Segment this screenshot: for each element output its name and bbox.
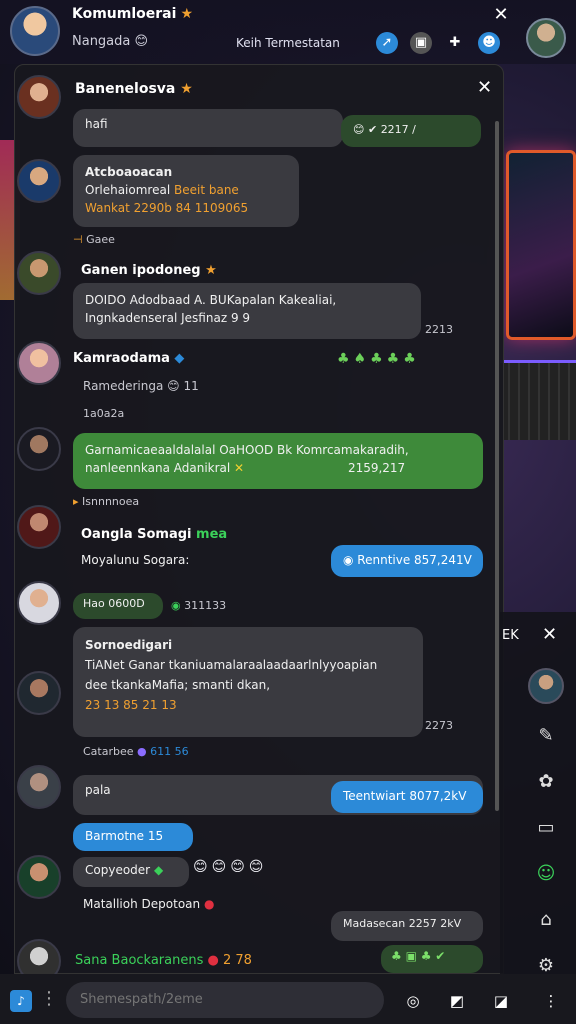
- side-panel-label: EK: [502, 628, 519, 643]
- message-time: 2213: [425, 323, 453, 336]
- sender-name: Sornoedigari: [85, 638, 173, 652]
- message-bubble[interactable]: Teentwiart 8077,2kV: [331, 781, 483, 813]
- people-icon[interactable]: ☻: [478, 32, 500, 54]
- panel-header: Banenelosva ★ ✕: [15, 65, 505, 119]
- avatar[interactable]: [17, 75, 61, 119]
- top-bar: Komumloerai ★ Nangada 😊 Keih Termestatan …: [0, 0, 576, 64]
- message-bubble[interactable]: Hao 0600D: [73, 593, 163, 619]
- image-icon[interactable]: ▣: [410, 32, 432, 54]
- star-icon: ★: [180, 6, 193, 22]
- avatar[interactable]: [17, 855, 61, 899]
- message-bubble[interactable]: Sornoedigari TiANet Ganar tkaniuamalaraa…: [73, 627, 423, 737]
- record-icon[interactable]: ◎: [402, 990, 424, 1012]
- message-meta: ⊣ Gaee: [73, 233, 115, 246]
- message-meta: ◉ 311133: [171, 599, 227, 612]
- sender-name: Atcboaoacan: [85, 165, 173, 179]
- message-bubble[interactable]: Copyeoder ◆: [73, 857, 189, 887]
- star-icon: ★: [175, 81, 193, 97]
- header-actions: ➚ ▣ ✚ ☻: [376, 32, 500, 54]
- message-text: dee tkankaMafia; smanti dkan,: [85, 678, 271, 692]
- message-text: Moyalunu Sogara:: [81, 553, 190, 567]
- sender-name: Oangla Somagi mea: [81, 527, 228, 542]
- message-meta: Catarbee ● 611 56: [83, 745, 189, 758]
- home-icon[interactable]: ⌂: [534, 908, 558, 932]
- message-meta: 1a0a2a: [83, 407, 125, 420]
- reaction-icons[interactable]: 😊😊😊😊: [193, 859, 267, 875]
- image-icon[interactable]: ▭: [534, 816, 558, 840]
- panel-title: Banenelosva ★: [75, 81, 193, 97]
- close-icon[interactable]: ✕: [477, 77, 492, 98]
- avatar[interactable]: [17, 427, 61, 471]
- avatar[interactable]: [17, 581, 61, 625]
- message-bubble[interactable]: Garnamicaeaaldalalal OaHOOD Bk Komrcamak…: [73, 433, 483, 489]
- background-keyboard: [500, 360, 576, 440]
- message-bubble[interactable]: hafi: [73, 109, 343, 147]
- message-input[interactable]: [66, 982, 384, 1018]
- message-text: DOIDO Adodbaad A. BUKapalan Kakealiai,: [85, 293, 337, 307]
- sticker-icon[interactable]: ◩: [446, 990, 468, 1012]
- sender-name: Kamraodama ◆: [73, 351, 185, 366]
- message-text: TiANet Ganar tkaniuamalaraalaadaarlnlyyo…: [85, 658, 378, 672]
- message-meta: ▸ Isnnnnoea: [73, 495, 140, 508]
- message-bubble[interactable]: Atcboaoacan Orlehaiomreal Beeit bane Wan…: [73, 155, 299, 227]
- avatar[interactable]: [17, 505, 61, 549]
- more-icon[interactable]: ⋮: [540, 990, 562, 1012]
- sender-name: Sana Baockaranens ● 2 78: [75, 953, 252, 968]
- close-icon[interactable]: ✕: [490, 4, 512, 26]
- play-icon: ◉: [343, 553, 358, 567]
- header-title: Komumloerai ★: [72, 6, 193, 22]
- settings-icon[interactable]: ✿: [534, 770, 558, 794]
- composer-bar: ♪ ⋮ ◎ ◩ ◪ ⋮: [0, 974, 576, 1024]
- avatar[interactable]: [17, 765, 61, 809]
- pin-icon[interactable]: ✚: [444, 32, 466, 54]
- header-subtitle: Nangada 😊: [72, 34, 149, 49]
- message-text: Orlehaiomreal Beeit bane: [85, 183, 239, 197]
- message-text: nanleennkana Adanikral ✕ 2159,217: [85, 461, 406, 475]
- attach-icon[interactable]: ◪: [490, 990, 512, 1012]
- message-bubble[interactable]: Barmotne 15: [73, 823, 193, 851]
- message-text: Garnamicaeaaldalalal OaHOOD Bk Komrcamak…: [85, 443, 409, 457]
- message-bubble[interactable]: DOIDO Adodbaad A. BUKapalan Kakealiai, I…: [73, 283, 421, 339]
- message-text: Ramederinga 😊 11: [83, 379, 199, 393]
- message-bubble[interactable]: Madasecan 2257 2kV: [331, 911, 483, 941]
- avatar[interactable]: [10, 6, 60, 56]
- sender-name: Ganen ipodoneg ★: [81, 263, 217, 278]
- emoji-icon: 😊: [134, 34, 149, 49]
- avatar[interactable]: [17, 159, 61, 203]
- reaction-bar[interactable]: ♣ ▣ ♣ ✔: [381, 945, 483, 973]
- close-icon[interactable]: ✕: [542, 624, 557, 645]
- message-text: Ingnkadenseral Jesfinaz 9 9: [85, 311, 251, 325]
- background-monitor: [506, 150, 576, 340]
- message-text: Wankat 2290b 84 1109065: [85, 201, 249, 215]
- avatar[interactable]: [528, 668, 564, 704]
- message-bubble[interactable]: 😊 ✔ 2217 /: [341, 115, 481, 147]
- message-text: 23 13 85 21 13: [85, 698, 177, 712]
- chat-panel: Banenelosva ★ ✕ hafi 😊 ✔ 2217 / Atcboaoa…: [14, 64, 505, 983]
- emoji-icon: 😊 ✔: [353, 123, 381, 136]
- scrollbar[interactable]: [495, 121, 499, 811]
- audio-icon[interactable]: ♪: [10, 990, 32, 1012]
- message-bubble[interactable]: ◉ Renntive 857,241V: [331, 545, 483, 577]
- emoji-icon[interactable]: ☺: [534, 862, 558, 886]
- avatar[interactable]: [17, 251, 61, 295]
- avatar[interactable]: [17, 671, 61, 715]
- avatar[interactable]: [526, 18, 566, 58]
- avatar[interactable]: [17, 341, 61, 385]
- message-text: Matallioh Depotoan ●: [83, 897, 215, 911]
- edit-icon[interactable]: ✎: [534, 724, 558, 748]
- reaction-icons[interactable]: ♣♠♣♣♣: [337, 351, 420, 367]
- more-icon[interactable]: ⋮: [40, 988, 58, 1009]
- message-time: 2273: [425, 719, 453, 732]
- header-center-text: Keih Termestatan: [236, 36, 340, 50]
- share-icon[interactable]: ➚: [376, 32, 398, 54]
